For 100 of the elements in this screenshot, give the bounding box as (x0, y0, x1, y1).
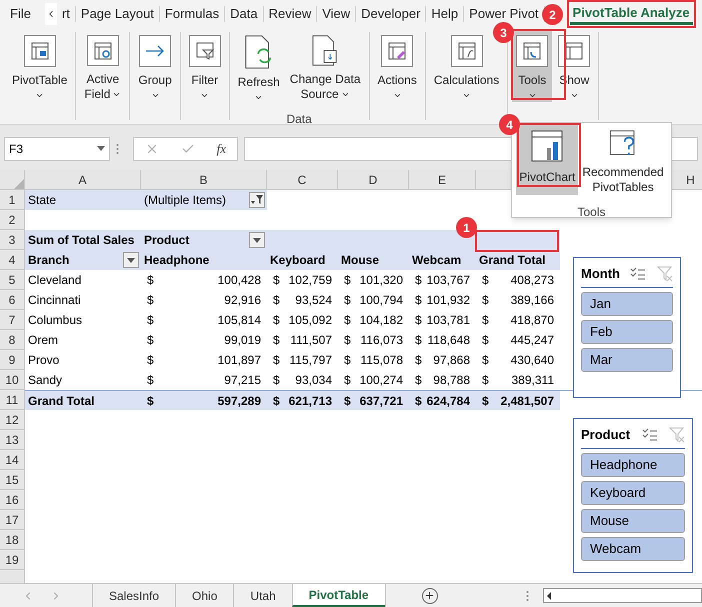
ribbon-tab[interactable]: Power Pivot (464, 3, 544, 25)
amount-text: 93,524 (295, 292, 332, 309)
highlight-frame (517, 123, 581, 187)
amount-text: 621,713 (288, 392, 332, 410)
amount-text: 100,428 (218, 272, 261, 289)
currency-symbol: $ (415, 312, 422, 329)
multi-select-icon[interactable] (642, 428, 658, 442)
sheet-tab[interactable]: SalesInfo (92, 584, 176, 607)
ribbon-tab[interactable]: PivotTable Analyze (570, 3, 693, 25)
slicer-item[interactable]: Jan (581, 292, 673, 316)
cell-text: Keyboard (270, 252, 326, 269)
sheet-tab[interactable]: Ohio (175, 584, 234, 607)
amount-text: 99,019 (224, 332, 261, 349)
amount-text: 105,092 (288, 312, 332, 329)
ribbon-tab[interactable]: Data (225, 3, 263, 25)
slicer-item[interactable]: Webcam (581, 536, 685, 560)
amount-text: 637,721 (360, 392, 403, 410)
ribbon-button[interactable]: Filter (184, 30, 225, 102)
currency-symbol: $ (273, 352, 280, 369)
ribbon-button[interactable]: Active Field (80, 30, 126, 102)
slicer-title: Product (581, 426, 630, 444)
cell-text: Sum of Total Sales (28, 232, 134, 249)
amount-text: 104,182 (360, 312, 403, 329)
menu-item[interactable]: Recommended PivotTables (579, 125, 667, 195)
ribbon-button[interactable]: PivotTable (8, 30, 72, 102)
amount-text: 624,784 (426, 392, 470, 410)
currency-symbol: $ (482, 272, 489, 289)
name-box[interactable]: F3 (4, 136, 110, 160)
insert-function-button[interactable]: fx (216, 138, 226, 158)
dropdown-button[interactable] (123, 252, 139, 268)
ribbon-tab[interactable]: Formulas (160, 3, 224, 25)
amount-text: 118,648 (428, 332, 470, 349)
cell-text: Webcam (412, 252, 462, 269)
currency-symbol: $ (273, 312, 280, 329)
ribbon-button[interactable]: Group (134, 30, 176, 102)
slicer-item[interactable]: Keyboard (581, 480, 685, 504)
add-sheet-button[interactable] (422, 588, 438, 604)
grip-icon (116, 142, 119, 154)
currency-symbol: $ (273, 272, 280, 289)
filter-button[interactable] (249, 192, 265, 208)
currency-symbol: $ (147, 332, 154, 349)
ribbon-tab[interactable]: rt (56, 3, 75, 25)
currency-symbol: $ (344, 372, 351, 389)
table-icon (86, 35, 119, 66)
column-header[interactable]: E (438, 170, 446, 188)
slicer-item[interactable]: Headphone (581, 452, 685, 476)
amount-text: 116,073 (360, 332, 403, 349)
slicer-item[interactable]: Mar (581, 348, 673, 372)
amount-text: 100,274 (360, 372, 403, 389)
currency-symbol: $ (344, 392, 351, 410)
sheet-tab[interactable]: PivotTable (292, 584, 385, 607)
ribbon-tab[interactable]: Help (426, 3, 464, 25)
currency-symbol: $ (273, 392, 280, 410)
currency-symbol: $ (482, 312, 489, 329)
table-icon (24, 35, 56, 67)
ribbon-tab[interactable]: Developer (356, 3, 426, 25)
currency-symbol: $ (147, 372, 154, 389)
plus-icon (424, 590, 436, 601)
column-header[interactable]: C (298, 170, 306, 188)
currency-symbol: $ (415, 272, 422, 289)
column-header[interactable]: A (78, 170, 86, 188)
chart-icon (531, 130, 564, 162)
scroll-left-button[interactable] (44, 3, 57, 25)
ribbon-tab[interactable]: Page Layout (76, 3, 159, 25)
slicer-item[interactable]: Feb (581, 320, 673, 344)
amount-text: 105,814 (218, 312, 261, 329)
currency-symbol: $ (147, 292, 154, 309)
ribbon-tab[interactable]: File (0, 3, 41, 25)
caret-icon (253, 238, 261, 242)
amount-text: 101,932 (426, 292, 470, 309)
filter-icon (188, 35, 221, 67)
dropdown-button[interactable] (249, 232, 265, 248)
cell-text: Orem (28, 332, 58, 349)
amount-text: 103,767 (426, 272, 470, 289)
currency-symbol: $ (482, 332, 489, 349)
amount-text: 445,247 (510, 332, 554, 349)
currency-symbol: $ (273, 332, 280, 349)
menu-item[interactable]: PivotChart (516, 125, 578, 195)
ribbon-tab[interactable]: Review (264, 3, 316, 25)
cell-text: Provo (28, 352, 60, 369)
amount-text: 102,759 (288, 272, 332, 289)
ribbon-button[interactable]: Tools (512, 30, 552, 102)
currency-symbol: $ (415, 352, 422, 369)
group-label: Tools (577, 204, 606, 221)
refresh-icon (244, 35, 274, 69)
column-header[interactable]: D (368, 170, 378, 188)
slicer-item[interactable]: Mouse (581, 508, 685, 532)
ribbon-tab[interactable]: View (317, 3, 356, 25)
column-header[interactable]: H (686, 170, 695, 188)
ribbon-button[interactable]: Refresh (234, 30, 284, 102)
horizontal-scrollbar[interactable] (542, 588, 702, 603)
column-header[interactable]: B (199, 170, 208, 188)
amount-text: 103,781 (426, 312, 470, 329)
ribbon-button[interactable]: Change Data Source (286, 30, 364, 102)
multi-select-icon[interactable] (630, 266, 646, 281)
cell-text: Grand Total (479, 252, 546, 269)
cell-text: Cincinnati (28, 292, 81, 309)
table-icon (450, 35, 483, 67)
filter-icon (251, 195, 263, 205)
ribbon-button[interactable]: Actions (374, 30, 421, 102)
